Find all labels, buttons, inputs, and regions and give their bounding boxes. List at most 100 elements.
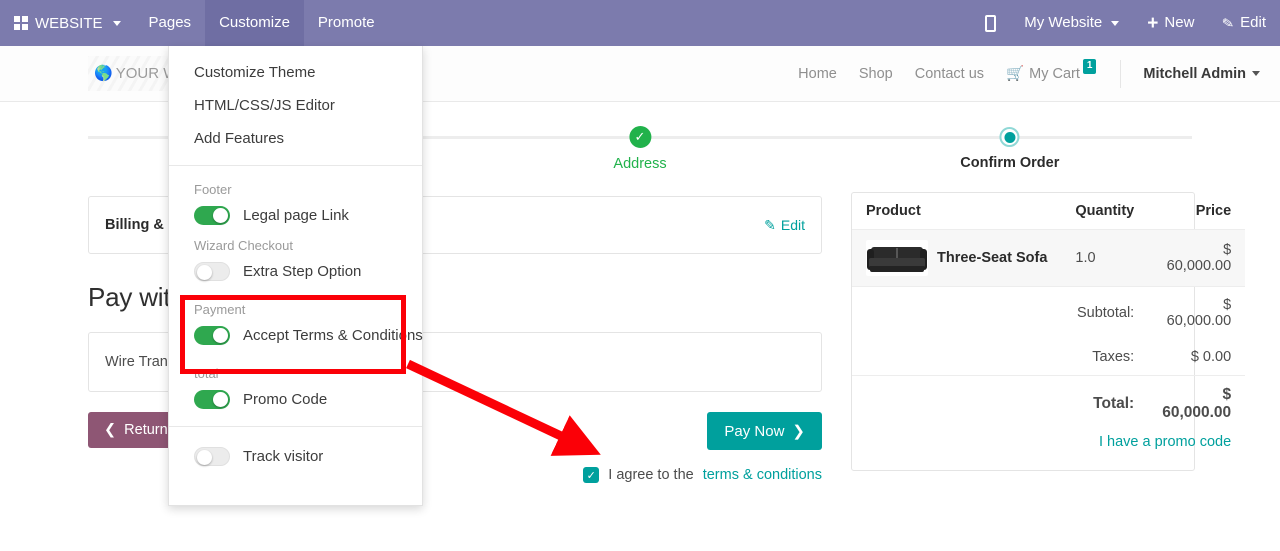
toggle-accept-terms-conditions[interactable]: Accept Terms & Conditions bbox=[169, 319, 423, 352]
taxes-row: Taxes: $ 0.00 bbox=[852, 339, 1246, 376]
column-header-quantity: Quantity bbox=[1061, 193, 1149, 230]
taxes-value: $ 0.00 bbox=[1148, 339, 1246, 376]
edit-address-label: Edit bbox=[780, 217, 805, 233]
chevron-down-icon bbox=[1111, 20, 1120, 26]
table-row: Three-Seat Sofa 1.0 $ 60,000.00 bbox=[852, 229, 1246, 287]
total-value: $ 60,000.00 bbox=[1162, 386, 1232, 421]
nav-item-shop[interactable]: Shop bbox=[859, 66, 893, 82]
order-summary-table: Product Quantity Price Three-Seat Sofa 1… bbox=[852, 193, 1246, 470]
toggle-track-visitor-label: Track visitor bbox=[243, 448, 324, 465]
wizard-step-confirm-order[interactable]: Confirm Order bbox=[960, 120, 1059, 171]
order-summary-card: Product Quantity Price Three-Seat Sofa 1… bbox=[851, 192, 1246, 471]
cart-label: My Cart bbox=[1029, 65, 1080, 82]
chevron-down-icon bbox=[1252, 71, 1260, 76]
toggle-switch-on-icon bbox=[194, 326, 230, 345]
nav-item-my-cart[interactable]: 🛒 My Cart 1 bbox=[1006, 59, 1098, 82]
nav-divider bbox=[1120, 59, 1122, 88]
group-label-footer: Footer bbox=[194, 182, 232, 197]
menu-divider bbox=[169, 165, 422, 166]
group-label-total: total bbox=[194, 366, 219, 381]
nav-item-contact-us[interactable]: Contact us bbox=[915, 66, 984, 82]
current-step-dot-icon bbox=[999, 127, 1020, 147]
edit-address-link[interactable]: ✎ Edit bbox=[764, 217, 805, 234]
wizard-step-confirm-order-label: Confirm Order bbox=[960, 155, 1060, 171]
toggle-accept-terms-conditions-label: Accept Terms & Conditions bbox=[243, 327, 423, 344]
pencil-icon: ✎ bbox=[1221, 14, 1236, 32]
new-button[interactable]: + New bbox=[1133, 0, 1208, 46]
user-menu[interactable]: Mitchell Admin bbox=[1143, 66, 1260, 82]
group-label-payment: Payment bbox=[194, 302, 246, 317]
payment-method-label: Wire Trans bbox=[105, 354, 176, 370]
mobile-preview-button[interactable] bbox=[971, 0, 1010, 46]
edit-button[interactable]: ✎ Edit bbox=[1208, 0, 1280, 46]
terms-agreement-row: ✓ I agree to the terms & conditions bbox=[583, 467, 822, 483]
menu-item-html-css-js-editor[interactable]: HTML/CSS/JS Editor bbox=[169, 89, 422, 122]
toggle-promo-code-label: Promo Code bbox=[243, 391, 328, 408]
chevron-down-icon bbox=[112, 20, 121, 26]
topbar-brand-label: WEBSITE bbox=[35, 14, 103, 32]
toggle-switch-off-icon bbox=[194, 262, 230, 281]
promo-code-link[interactable]: I have a promo code bbox=[1099, 434, 1231, 450]
toggle-extra-step-option[interactable]: Extra Step Option bbox=[169, 255, 422, 288]
terms-prefix-label: I agree to the bbox=[608, 467, 694, 483]
total-row: Total: $ 60,000.00 bbox=[852, 376, 1245, 433]
toggle-switch-off-icon bbox=[194, 447, 230, 466]
toggle-switch-on-icon bbox=[194, 390, 230, 409]
table-header-row: Product Quantity Price bbox=[852, 193, 1246, 230]
website-selector[interactable]: My Website bbox=[1010, 0, 1133, 46]
wizard-step-address[interactable]: ✓ Address bbox=[613, 120, 667, 172]
product-quantity: 1.0 bbox=[1061, 229, 1149, 287]
pay-now-label: Pay Now bbox=[724, 422, 785, 440]
website-apps-menu[interactable]: WEBSITE bbox=[0, 0, 135, 46]
chevron-right-icon: ❯ bbox=[792, 423, 805, 440]
promo-row: I have a promo code bbox=[852, 432, 1245, 470]
new-button-label: New bbox=[1164, 14, 1195, 31]
product-cell: Three-Seat Sofa bbox=[852, 229, 1062, 287]
toggle-extra-step-option-label: Extra Step Option bbox=[243, 263, 362, 280]
sofa-thumbnail bbox=[866, 240, 928, 276]
mobile-phone-icon bbox=[985, 14, 997, 32]
column-header-product: Product bbox=[852, 193, 1062, 230]
toggle-legal-page-link[interactable]: Legal page Link bbox=[169, 199, 422, 232]
subtotal-label: Subtotal: bbox=[1076, 305, 1135, 321]
customize-dropdown-menu: Customize Theme HTML/CSS/JS Editor Add F… bbox=[168, 46, 423, 506]
website-selector-label: My Website bbox=[1024, 14, 1103, 31]
total-label: Total: bbox=[1093, 395, 1135, 412]
terms-and-conditions-link[interactable]: terms & conditions bbox=[703, 467, 822, 483]
subtotal-value: $ 60,000.00 bbox=[1166, 297, 1232, 329]
check-circle-icon: ✓ bbox=[628, 126, 651, 148]
product-price: $ 60,000.00 bbox=[1148, 229, 1246, 287]
taxes-label: Taxes: bbox=[852, 339, 1149, 376]
menu-item-add-features[interactable]: Add Features bbox=[169, 122, 422, 155]
menu-item-customize-theme[interactable]: Customize Theme bbox=[169, 56, 422, 89]
topbar-right-group: My Website + New ✎ Edit bbox=[971, 0, 1280, 46]
edit-pencil-icon: ✎ bbox=[764, 216, 776, 233]
apps-grid-icon bbox=[14, 16, 28, 30]
wizard-step-address-label: Address bbox=[613, 156, 667, 172]
terms-checkbox[interactable]: ✓ bbox=[583, 467, 600, 483]
toggle-switch-on-icon bbox=[194, 206, 230, 225]
site-nav: Home Shop Contact us 🛒 My Cart 1 Mitchel… bbox=[798, 59, 1280, 88]
toggle-legal-page-link-label: Legal page Link bbox=[243, 207, 349, 224]
topbar-item-customize[interactable]: Customize bbox=[205, 0, 304, 46]
group-label-wizard-checkout: Wizard Checkout bbox=[194, 238, 293, 253]
promo-cell: I have a promo code bbox=[852, 432, 1245, 470]
cart-count-badge: 1 bbox=[1082, 59, 1097, 74]
product-name: Three-Seat Sofa bbox=[937, 250, 1048, 266]
subtotal-row: Subtotal: $ 60,000.00 bbox=[852, 287, 1245, 340]
toggle-track-visitor[interactable]: Track visitor bbox=[169, 437, 422, 473]
toggle-promo-code[interactable]: Promo Code bbox=[169, 383, 422, 416]
topbar-item-promote[interactable]: Promote bbox=[304, 0, 389, 46]
editor-topbar: WEBSITE Pages Customize Promote My Websi… bbox=[0, 0, 1280, 46]
edit-button-label: Edit bbox=[1240, 14, 1266, 31]
shopping-cart-icon: 🛒 bbox=[1006, 66, 1025, 82]
nav-item-home[interactable]: Home bbox=[798, 66, 837, 82]
pay-now-button[interactable]: Pay Now ❯ bbox=[707, 412, 822, 450]
topbar-item-pages[interactable]: Pages bbox=[135, 0, 206, 46]
chevron-left-icon: ❮ bbox=[104, 422, 117, 438]
user-menu-label: Mitchell Admin bbox=[1143, 65, 1246, 82]
pay-actions-group: Pay Now ❯ ✓ I agree to the terms & condi… bbox=[583, 412, 822, 483]
plus-icon: + bbox=[1147, 12, 1159, 34]
globe-icon: 🌎 bbox=[94, 65, 113, 82]
menu-divider bbox=[169, 426, 422, 427]
